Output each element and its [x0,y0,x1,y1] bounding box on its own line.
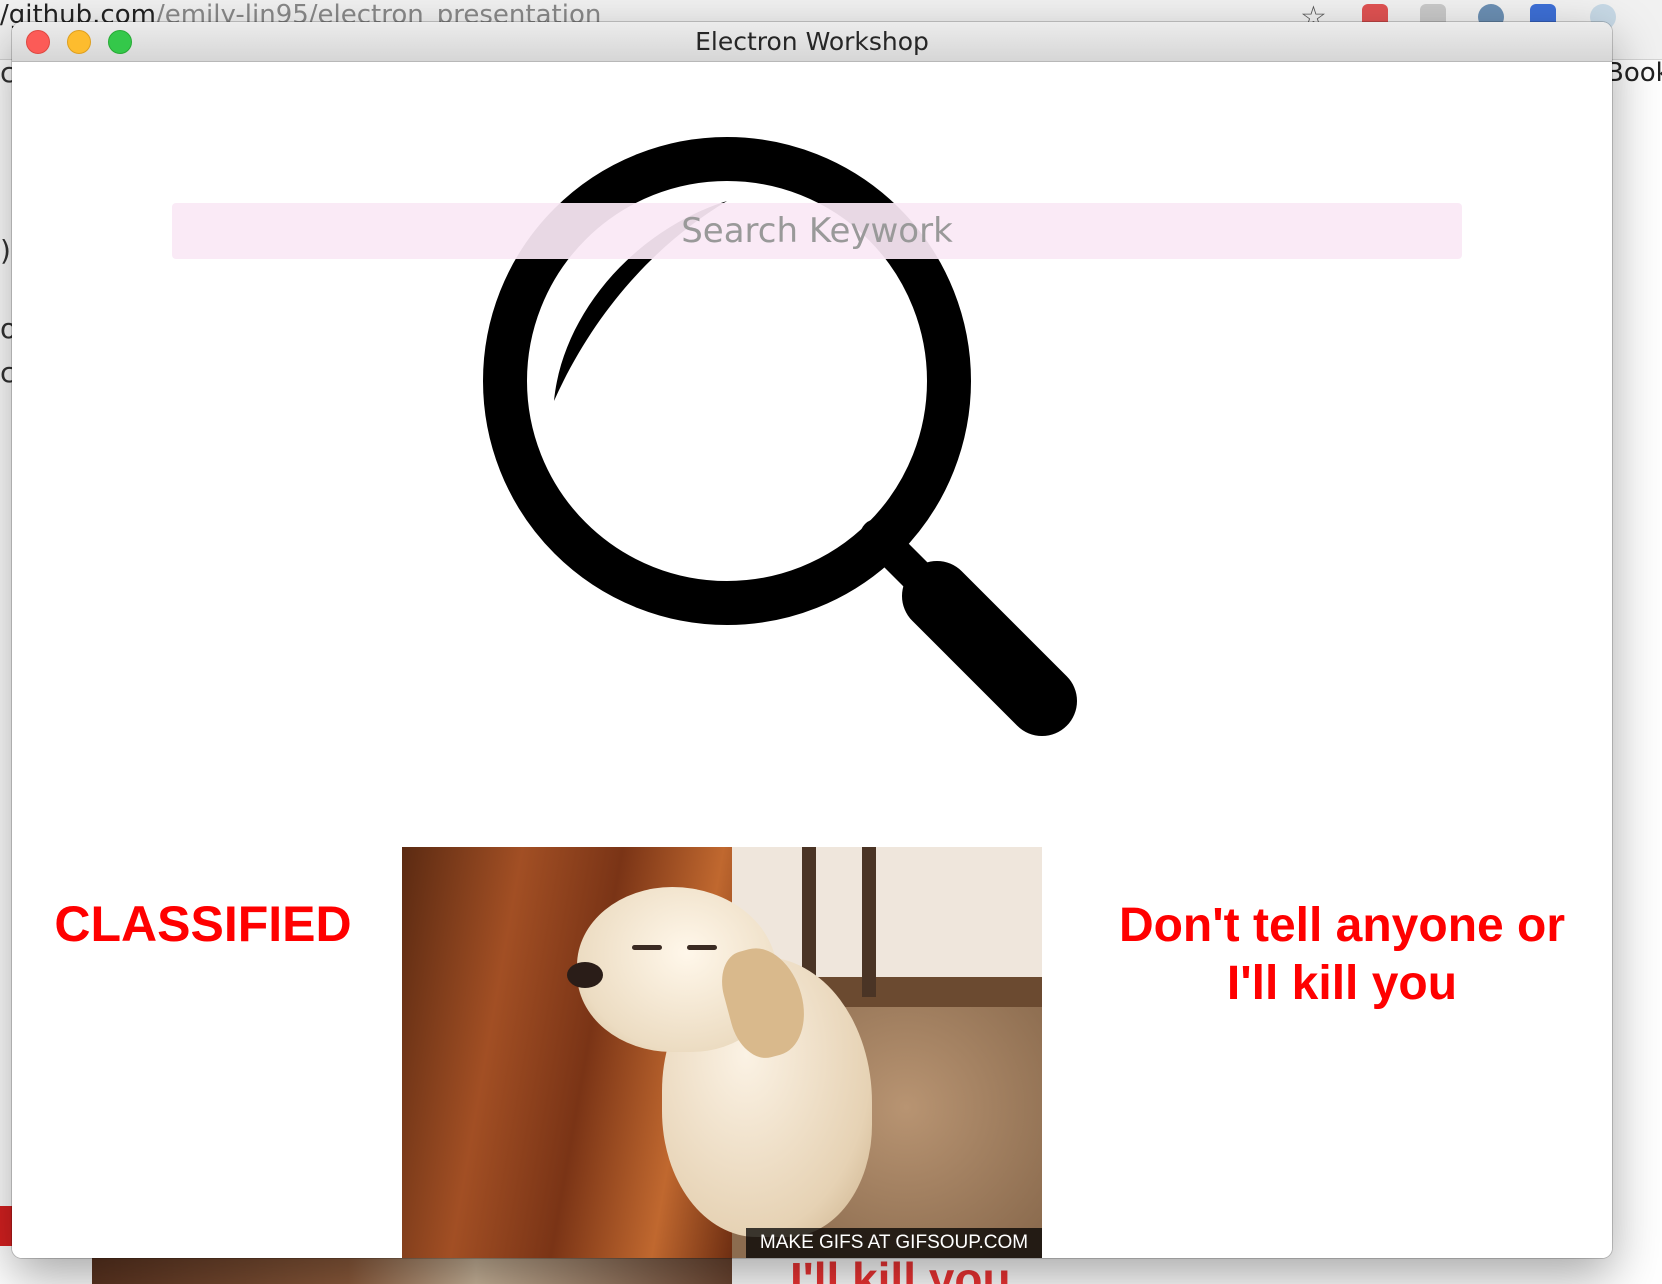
puppy-eye [687,945,717,950]
app-content: CLASSIFIED MAKE GIFS AT GIFSOUP.COM Don'… [12,63,1612,1258]
bookmarks-bar-label[interactable]: Book [1606,58,1662,88]
classified-label: CLASSIFIED [54,896,352,952]
gif-watermark-caption: MAKE GIFS AT GIFSOUP.COM [746,1228,1042,1258]
background-text-fragment: ) [0,234,11,267]
warning-message: Don't tell anyone or I'll kill you [1118,899,1566,1010]
window-title: Electron Workshop [695,27,929,56]
background-puppy-image [92,1258,732,1284]
sleeping-puppy-gif: MAKE GIFS AT GIFSOUP.COM [402,847,1042,1258]
search-keyword-input[interactable] [172,203,1462,259]
gif-chair-leg [862,847,876,997]
electron-app-window: Electron Workshop CLASSIFIED MAKE GIFS A… [12,22,1612,1258]
puppy-eye [632,945,662,950]
window-titlebar[interactable]: Electron Workshop [12,22,1612,62]
puppy-nose [567,962,603,988]
